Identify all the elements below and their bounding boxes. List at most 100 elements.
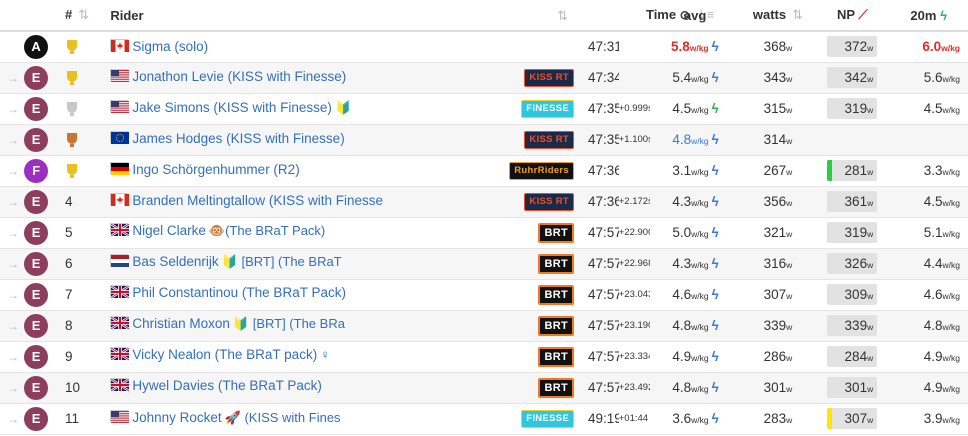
table-row[interactable]: → E 8 Christian Moxon 🔰 [BRT] (The BRa BRT 47:… <box>0 310 968 342</box>
avg-wkg: 4.8 <box>672 380 692 395</box>
m20-wkg: 5.6 <box>923 70 943 85</box>
sort-icon[interactable]: ⇅ <box>557 8 568 24</box>
bolt-icon: ϟ <box>940 7 947 23</box>
finish-time: 47:36 <box>587 194 619 209</box>
team-badge[interactable]: FINESSE <box>521 409 574 428</box>
rider-name-link[interactable]: Jonathon Levie (KISS with Finesse) <box>132 69 346 84</box>
team-badge[interactable]: KISS RT <box>524 192 574 211</box>
rider-name-suffix[interactable]: 🔰 [BRT] (The BRa <box>233 316 345 331</box>
np-value-box: 361w <box>827 191 878 212</box>
table-row[interactable]: → F Ingo Schörgenhummer (R2) RuhrRiders 47:3… <box>0 155 968 187</box>
flag-uk-icon <box>110 315 131 330</box>
finish-time: 47:34 <box>587 70 619 85</box>
m20-unit: w/kg <box>942 415 960 425</box>
category-badge: E <box>24 344 49 369</box>
table-row[interactable]: → E James Hodges (KISS with Finesse) KISS R… <box>0 124 968 156</box>
m20-unit: w/kg <box>942 291 960 301</box>
team-badge[interactable]: BRT <box>538 222 574 243</box>
avg-wkg: 5.4 <box>672 70 692 85</box>
category-badge: E <box>24 127 49 152</box>
rider-name-link[interactable]: James Hodges (KISS with Finesse) <box>132 131 344 146</box>
rider-name-suffix[interactable]: 🔰 <box>335 100 351 115</box>
team-badge[interactable]: BRT <box>538 315 574 336</box>
col-header-num[interactable]: # ⇅ <box>53 0 111 32</box>
finish-time: 47:57 <box>587 256 619 271</box>
position: 4 <box>65 194 73 209</box>
rider-name-link[interactable]: Phil Constantinou (The BRaT Pack) <box>132 285 346 300</box>
rider-name-suffix[interactable]: 🔰 [BRT] (The BRaT <box>222 254 342 269</box>
table-row[interactable]: → E 7 Phil Constantinou (The BRaT Pack) BRT 4… <box>0 279 968 311</box>
m20-wkg: 4.5 <box>923 194 943 209</box>
team-badge[interactable]: KISS RT <box>524 130 574 149</box>
np-watts: 307 <box>844 411 868 426</box>
team-badge[interactable]: BRT <box>538 253 574 274</box>
bolt-icon: ϟ <box>711 101 719 116</box>
avg-watts: 315 <box>763 101 787 116</box>
col-header-20m[interactable]: 20m ϟ <box>889 0 968 32</box>
team-badge[interactable]: BRT <box>538 284 574 305</box>
flag-uk-icon <box>110 284 131 299</box>
rider-name-link[interactable]: Jake Simons (KISS with Finesse) <box>132 100 332 115</box>
rider-name-link[interactable]: Hywel Davies (The BRaT Pack) <box>132 378 322 393</box>
rider-name-suffix[interactable]: ♀ <box>320 347 330 362</box>
time-gap: +01:44 <box>618 413 649 424</box>
time-gap: +23.043s <box>618 289 650 300</box>
col-header-rider[interactable]: Rider ⇅ <box>110 0 588 32</box>
flag-usa-icon <box>110 68 130 82</box>
np-watts: 372 <box>844 39 868 55</box>
col-header-watts[interactable]: watts ⇅ <box>740 0 816 32</box>
table-row[interactable]: → E Jake Simons (KISS with Finesse) 🔰 FINESS… <box>0 93 968 125</box>
finish-time: 47:57 <box>587 380 619 395</box>
table-row[interactable]: → E 5 Nigel Clarke 🐵(The BRaT Pack) BRT 47:57 +… <box>0 217 968 249</box>
finish-time: 47:57 <box>587 318 619 333</box>
category-badge: E <box>24 251 49 276</box>
rider-name-link[interactable]: Sigma (solo) <box>132 39 208 54</box>
m20-wkg: 4.9 <box>923 380 943 395</box>
time-gap: +0.999s <box>618 103 650 114</box>
m20-wkg: 5.1 <box>923 225 943 240</box>
rider-name-link[interactable]: Christian Moxon <box>132 316 230 331</box>
watts-unit: w <box>786 291 793 301</box>
sort-icon[interactable]: ⇅ <box>792 7 803 22</box>
table-row[interactable]: → E 10 Hywel Davies (The BRaT Pack) BRT 47:57… <box>0 372 968 404</box>
rider-name-link[interactable]: Ingo Schörgenhummer (R2) <box>132 162 299 177</box>
avg-wkg: 3.1 <box>672 163 692 178</box>
team-badge[interactable]: FINESSE <box>521 99 574 118</box>
team-badge[interactable]: BRT <box>538 377 574 398</box>
table-row[interactable]: → E Jonathon Levie (KISS with Finesse) KISS… <box>0 62 968 94</box>
position: 10 <box>65 380 81 395</box>
table-row[interactable]: A Sigma (solo) 47:31 5.8w/kg ϟ 368w 372w 6.0w/k… <box>0 31 968 63</box>
bolt-icon: ϟ <box>711 70 719 85</box>
rider-name-link[interactable]: Nigel Clarke <box>132 223 206 238</box>
table-row[interactable]: → E 11 Johnny Rocket 🚀 (KISS with Fines FINES… <box>0 403 968 435</box>
watts-unit: w <box>786 384 793 394</box>
time-gap: +1.100s <box>618 134 650 145</box>
table-row[interactable]: → E 4 Branden Meltingtallow (KISS with Fine… <box>0 186 968 218</box>
arrow-right-icon: → <box>7 194 20 209</box>
rider-name-suffix[interactable]: 🚀 (KISS with Fines <box>225 410 341 425</box>
table-row[interactable]: → E 9 Vicky Nealon (The BRaT pack) ♀ BRT 47:57… <box>0 341 968 373</box>
avg-wkg: 4.3 <box>672 194 692 209</box>
np-unit: w <box>867 167 874 177</box>
team-badge[interactable]: RuhrRiders <box>509 161 574 180</box>
col-header-np[interactable]: NP ⟋ <box>815 0 890 32</box>
avg-unit: w/kg <box>691 384 709 394</box>
rider-name-suffix[interactable]: 🐵(The BRaT Pack) <box>209 223 325 238</box>
team-badge[interactable]: KISS RT <box>524 68 574 87</box>
np-watts: 301 <box>844 380 868 395</box>
table-row[interactable]: → E 6 Bas Seldenrijk 🔰 [BRT] (The BRaT BRT 47:… <box>0 248 968 280</box>
finish-time: 47:31 <box>587 39 619 55</box>
arrow-right-icon: → <box>7 132 20 147</box>
rider-name-link[interactable]: Johnny Rocket <box>132 410 221 425</box>
np-watts: 361 <box>844 194 868 209</box>
team-badge[interactable]: BRT <box>538 346 574 367</box>
bolt-icon: ϟ <box>711 163 719 178</box>
trend-chart-icon: ⟋ <box>858 7 868 22</box>
rider-name-link[interactable]: Vicky Nealon (The BRaT pack) <box>132 347 317 362</box>
avg-unit: w/kg <box>691 229 709 239</box>
col-header-time[interactable]: Time ⊙ ⇂≡ <box>587 0 714 32</box>
rider-name-link[interactable]: Bas Seldenrijk <box>132 254 218 269</box>
rider-name-link[interactable]: Branden Meltingtallow (KISS with Finesse <box>132 193 383 208</box>
sort-icon[interactable]: ⇅ <box>78 7 89 22</box>
avg-unit: w/kg <box>691 322 709 332</box>
